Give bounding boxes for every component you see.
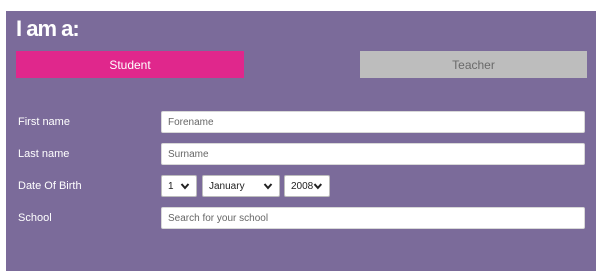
school-row: School [6, 207, 596, 229]
dob-day-select[interactable]: 1 [161, 175, 197, 197]
last-name-input[interactable] [161, 143, 585, 165]
chevron-down-icon [180, 183, 190, 190]
student-button[interactable]: Student [16, 51, 244, 78]
last-name-label: Last name [18, 148, 70, 160]
first-name-input[interactable] [161, 111, 585, 133]
dob-year-select[interactable]: 2008 [284, 175, 330, 197]
chevron-down-icon [263, 183, 273, 190]
signup-panel: I am a: Student Teacher First name Last … [6, 11, 596, 271]
last-name-row: Last name [6, 143, 596, 165]
school-label: School [18, 212, 52, 224]
dob-month-value: January [209, 180, 245, 192]
dob-day-value: 1 [168, 180, 174, 192]
school-search-input[interactable] [161, 207, 585, 229]
first-name-label: First name [18, 116, 70, 128]
dob-year-value: 2008 [291, 180, 314, 192]
role-heading: I am a: [16, 16, 80, 41]
first-name-row: First name [6, 111, 596, 133]
dob-row: Date Of Birth 1 January 2008 [6, 175, 596, 197]
dob-month-select[interactable]: January [202, 175, 280, 197]
teacher-button[interactable]: Teacher [360, 51, 587, 78]
chevron-down-icon [313, 183, 323, 190]
dob-label: Date Of Birth [18, 180, 82, 192]
